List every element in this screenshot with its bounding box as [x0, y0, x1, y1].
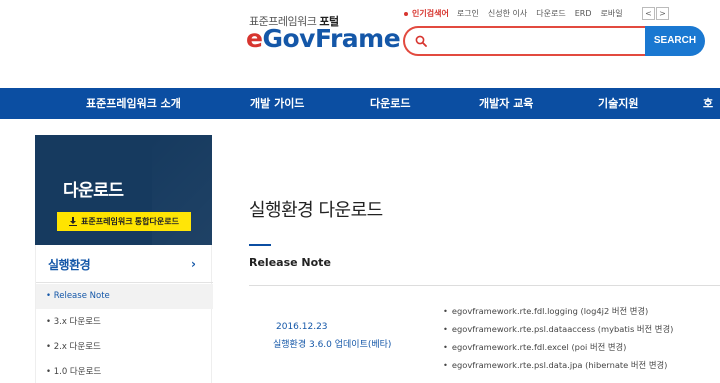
search-button[interactable]: SEARCH	[645, 26, 705, 56]
nav-item-education[interactable]: 개발자 교육	[479, 88, 533, 119]
integrated-download-button[interactable]: 표준프레임워크 통합다운로드	[57, 212, 191, 231]
keyword-prev-button[interactable]: <	[642, 7, 655, 20]
popular-keywords: 인기검색어 로그인 신성한 이사 다운로드 ERD 로바일	[404, 8, 632, 19]
nav-item-support[interactable]: 기술지원	[598, 88, 638, 119]
release-notes-list: egovframework.rte.fdl.logging (log4j2 버전…	[443, 304, 673, 376]
chevron-right-icon: ›	[191, 257, 196, 271]
sidebar-header: 다운로드 표준프레임워크 통합다운로드	[35, 135, 212, 245]
sidebar-menu: 실행환경 › • Release Note • 3.x 다운로드 • 2.x 다…	[35, 245, 213, 383]
release-note-item: egovframework.rte.psl.data.jpa (hibernat…	[443, 358, 673, 376]
search-input[interactable]	[433, 31, 643, 51]
logo[interactable]: eGovFrame	[246, 24, 401, 53]
keyword-link[interactable]: 다운로드	[536, 8, 565, 19]
sidebar-item-label: 실행환경	[48, 258, 91, 272]
site-header: 표준프레임워크 포털 eGovFrame 인기검색어 로그인 신성한 이사 다운…	[0, 0, 720, 88]
keyword-link[interactable]: 신성한 이사	[488, 8, 527, 19]
popular-label: 인기검색어	[404, 8, 449, 19]
integrated-download-label: 표준프레임워크 통합다운로드	[81, 217, 179, 226]
release-note-item: egovframework.rte.fdl.logging (log4j2 버전…	[443, 304, 673, 322]
release-note-item: egovframework.rte.psl.dataaccess (mybati…	[443, 322, 673, 340]
release-date: 2016.12.23	[276, 322, 328, 332]
logo-govframe: GovFrame	[262, 24, 401, 53]
search-box	[403, 26, 648, 56]
nav-item-download[interactable]: 다운로드	[370, 88, 410, 119]
sidebar-subitem-2x-download[interactable]: • 2.x 다운로드	[36, 335, 213, 360]
section-title: Release Note	[249, 256, 331, 269]
sidebar-subitem-1x-download[interactable]: • 1.0 다운로드	[36, 360, 213, 383]
release-note-item: egovframework.rte.fdl.excel (poi 버전 변경)	[443, 340, 673, 358]
keyword-link[interactable]: 로바일	[600, 8, 622, 19]
popular-label-text: 인기검색어	[412, 9, 449, 18]
page-title: 실행환경 다운로드	[249, 200, 383, 221]
section-divider	[249, 285, 720, 286]
keyword-next-button[interactable]: >	[656, 7, 669, 20]
sidebar-subitem-release-note[interactable]: • Release Note	[36, 284, 213, 309]
bullet-icon	[404, 11, 408, 16]
search-icon	[415, 35, 427, 47]
logo-e: e	[246, 24, 263, 53]
download-icon	[69, 217, 78, 226]
keyword-link[interactable]: 로그인	[457, 8, 479, 19]
nav-item-dev-guide[interactable]: 개발 가이드	[250, 88, 304, 119]
nav-item-more[interactable]: 호	[703, 88, 713, 119]
main-navigation: 표준프레임워크 소개 개발 가이드 다운로드 개발자 교육 기술지원 호	[0, 88, 720, 119]
keyword-link[interactable]: ERD	[575, 9, 592, 18]
sidebar-title: 다운로드	[63, 181, 124, 201]
nav-item-about[interactable]: 표준프레임워크 소개	[86, 88, 181, 119]
sidebar-item-runtime[interactable]: 실행환경 ›	[36, 245, 213, 283]
sidebar-subitem-3x-download[interactable]: • 3.x 다운로드	[36, 310, 213, 335]
title-divider	[249, 244, 271, 246]
release-version: 실행환경 3.6.0 업데이트(베타)	[273, 340, 392, 350]
